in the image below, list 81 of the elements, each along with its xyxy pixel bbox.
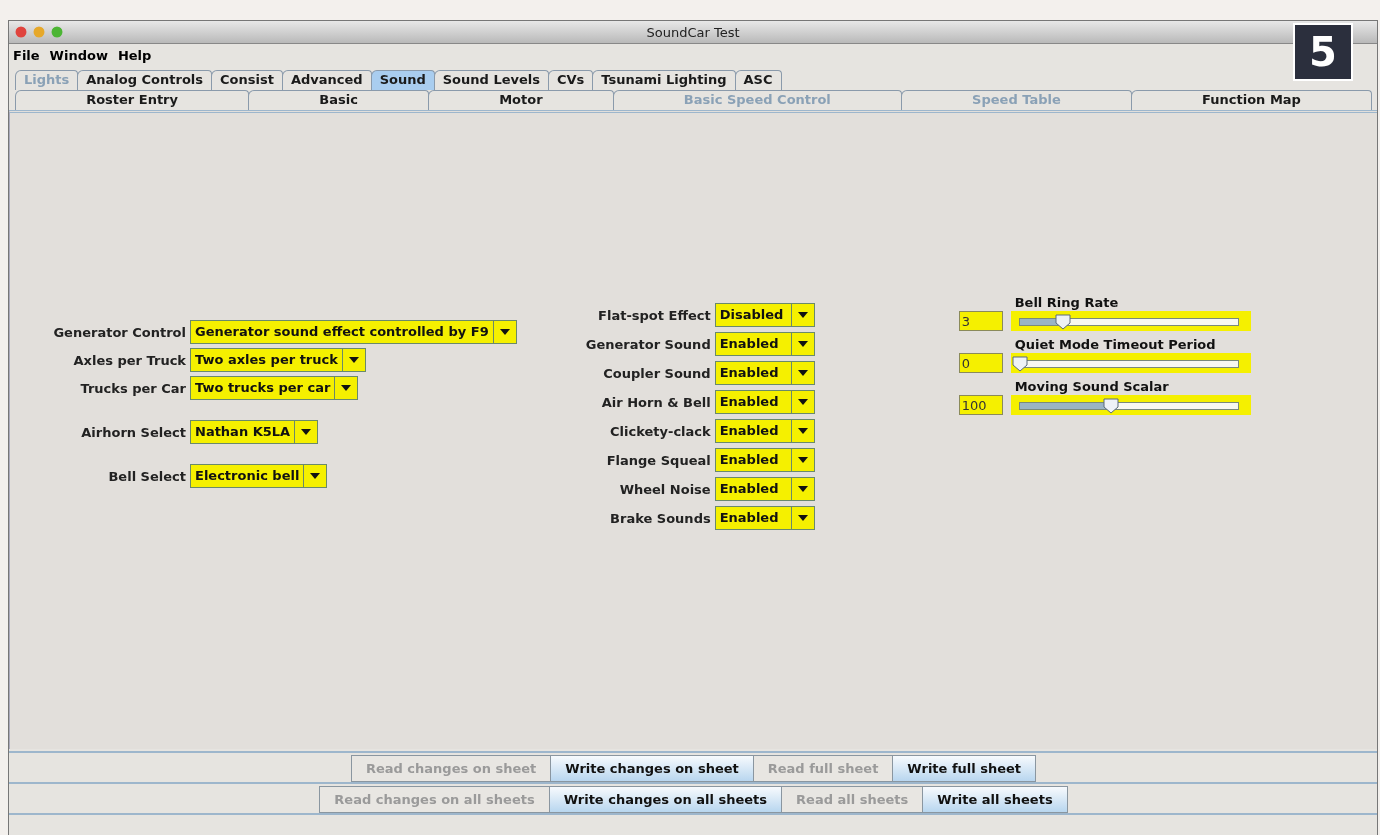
dropdown-arrow-icon: [797, 428, 808, 434]
tab[interactable]: Sound: [370, 70, 435, 90]
combo-value: Enabled: [718, 364, 780, 382]
value-field[interactable]: 3: [958, 311, 1003, 331]
dropdown[interactable]: Enabled: [714, 332, 815, 356]
dropdown-arrow-icon: [797, 515, 808, 521]
dropdown-arrow-icon: [797, 399, 808, 405]
tab[interactable]: Tsunami Lighting: [592, 70, 736, 90]
combo-value: Enabled: [718, 509, 780, 527]
combo-value: Electronic bell: [194, 467, 301, 485]
combo-value: Enabled: [718, 422, 780, 440]
sheet-action-button[interactable]: Write changes on all sheets: [548, 786, 783, 813]
dropdown-arrow-icon: [797, 486, 808, 492]
slider[interactable]: [1010, 353, 1251, 373]
combo-value: Two trucks per car: [194, 379, 332, 397]
dropdown-arrow-icon: [797, 312, 808, 318]
setting-label: Generator Sound: [584, 336, 711, 352]
slider-label: Moving Sound Scalar: [1013, 379, 1170, 394]
dropdown[interactable]: Generator sound effect controlled by F9: [190, 320, 517, 344]
setting-label: Flat-spot Effect: [597, 307, 711, 323]
sheet-action-button[interactable]: Write all sheets: [922, 786, 1068, 813]
setting-label: Axles per Truck: [72, 352, 186, 368]
dropdown[interactable]: Enabled: [714, 448, 815, 472]
dropdown[interactable]: Enabled: [714, 506, 815, 530]
slider[interactable]: [1010, 311, 1251, 331]
setting-label: Air Horn & Bell: [600, 394, 711, 410]
setting-label: Flange Squeal: [605, 452, 711, 468]
menu-item[interactable]: Help: [117, 47, 152, 63]
combo-value: Generator sound effect controlled by F9: [194, 323, 490, 341]
tab[interactable]: Function Map: [1130, 90, 1373, 110]
dropdown[interactable]: Enabled: [714, 361, 815, 385]
setting-label: Airhorn Select: [80, 424, 186, 440]
dropdown[interactable]: Enabled: [714, 390, 815, 414]
setting-label: Coupler Sound: [602, 365, 711, 381]
combo-value: Two axles per truck: [194, 351, 339, 369]
dropdown[interactable]: Nathan K5LA: [190, 420, 319, 444]
dropdown-arrow-icon: [797, 370, 808, 376]
tab[interactable]: Roster Entry: [15, 90, 250, 110]
window-title: SoundCar Test: [646, 24, 740, 40]
step-number-badge: 5: [1293, 23, 1353, 81]
dropdown[interactable]: Disabled: [714, 303, 815, 327]
slider[interactable]: [1010, 395, 1251, 415]
setting-label: Clickety-clack: [609, 423, 711, 439]
close-icon[interactable]: [15, 26, 27, 38]
dropdown-arrow-icon: [499, 329, 510, 335]
dropdown-arrow-icon: [797, 341, 808, 347]
dropdown-arrow-icon: [797, 457, 808, 463]
combo-value: Enabled: [718, 451, 780, 469]
dropdown-arrow-icon: [341, 385, 352, 391]
dropdown[interactable]: Two trucks per car: [190, 376, 359, 400]
tab[interactable]: ASC: [734, 70, 782, 90]
combo-value: Enabled: [718, 335, 780, 353]
slider-thumb[interactable]: [1011, 356, 1028, 372]
sheet-action-button[interactable]: Write changes on sheet: [550, 755, 754, 782]
slider-thumb[interactable]: [1103, 398, 1120, 414]
setting-label: Brake Sounds: [609, 510, 711, 526]
combo-value: Nathan K5LA: [194, 423, 292, 441]
value-field[interactable]: 100: [958, 395, 1003, 415]
combo-value: Enabled: [718, 393, 780, 411]
dropdown-arrow-icon: [348, 357, 359, 363]
slider-label: Quiet Mode Timeout Period: [1013, 337, 1217, 352]
dropdown[interactable]: Electronic bell: [190, 464, 328, 488]
slider-thumb[interactable]: [1055, 314, 1072, 330]
menu-item[interactable]: File: [13, 47, 40, 63]
setting-label: Bell Select: [107, 468, 186, 484]
tab[interactable]: Analog Controls: [77, 70, 213, 90]
dropdown[interactable]: Two axles per truck: [190, 348, 366, 372]
combo-value: Disabled: [718, 306, 785, 324]
zoom-icon[interactable]: [51, 26, 63, 38]
slider-label: Bell Ring Rate: [1013, 295, 1120, 310]
setting-label: Wheel Noise: [618, 481, 711, 497]
value-field[interactable]: 0: [958, 353, 1003, 373]
setting-label: Generator Control: [52, 324, 186, 340]
dropdown[interactable]: Enabled: [714, 419, 815, 443]
dropdown[interactable]: Enabled: [714, 477, 815, 501]
sheet-action-button[interactable]: Write full sheet: [892, 755, 1037, 782]
combo-value: Enabled: [718, 480, 780, 498]
dropdown-arrow-icon: [301, 429, 312, 435]
dropdown-arrow-icon: [310, 473, 321, 479]
setting-label: Trucks per Car: [79, 380, 186, 396]
menu-item[interactable]: Window: [49, 47, 108, 63]
